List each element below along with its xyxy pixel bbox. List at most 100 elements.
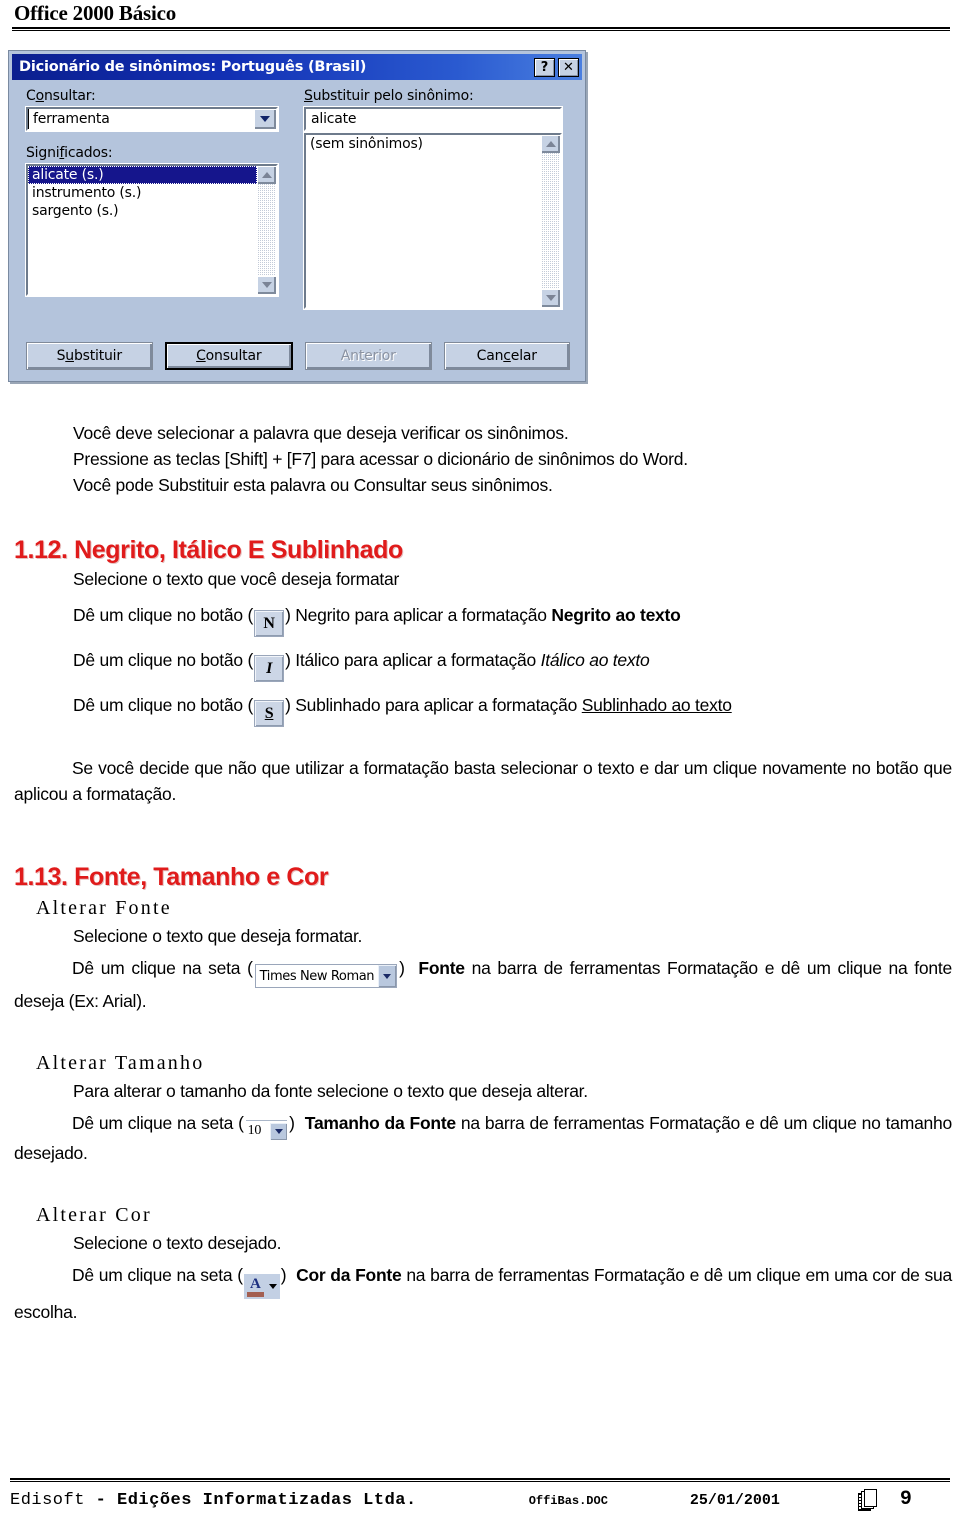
scroll-down-icon[interactable] [257, 276, 276, 294]
scroll-up-icon[interactable] [541, 135, 560, 153]
alterar-fonte-line-1: Selecione o texto que deseja formatar. [73, 926, 363, 946]
consultar-label: Consultar: [26, 88, 96, 104]
underline-button-icon[interactable]: S [254, 700, 285, 727]
consultar-combobox[interactable]: ferramenta [25, 106, 279, 132]
section-heading-113: 1.13. Fonte, Tamanho e Cor [14, 863, 329, 891]
dialog-body: Consultar: ferramenta Significados: alic… [12, 80, 582, 378]
intro-line-3: Você pode Substituir esta palavra ou Con… [73, 475, 553, 495]
tamanho-prefix: Dê um clique na seta ( [72, 1113, 244, 1133]
page-content: Dicionário de sinônimos: Português (Bras… [0, 40, 960, 1460]
sub-heading-alterar-cor: Alterar Cor [36, 1204, 152, 1226]
sinonimos-items: (sem sinônimos) [306, 135, 560, 153]
italic-line-emphasis: Itálico ao texto [540, 650, 650, 670]
scroll-up-icon[interactable] [257, 166, 276, 184]
chevron-down-icon[interactable] [270, 1122, 288, 1140]
italic-line-prefix: Dê um clique no botão ( [73, 650, 254, 670]
cor-bold-term: Cor da Fonte [296, 1265, 402, 1285]
close-icon[interactable]: ✕ [558, 57, 579, 77]
header-divider [12, 27, 950, 31]
dialog-title-buttons: ? ✕ [534, 57, 579, 77]
sinonimos-scrollbar[interactable] [541, 135, 560, 307]
bold-instruction-line: Dê um clique no botão (N) Negrito para a… [0, 602, 960, 637]
footer-company-prefix: Edisoft [10, 1491, 96, 1510]
underline-line-middle: ) Sublinhado para aplicar a formatação [285, 695, 582, 715]
substituir-button[interactable]: Su bstituir [26, 342, 153, 370]
sub-heading-alterar-tamanho: Alterar Tamanho [36, 1052, 205, 1074]
dialog-title-bar: Dicionário de sinônimos: Português (Bras… [12, 54, 582, 80]
sub-heading-alterar-fonte: Alterar Fonte [36, 897, 172, 919]
page-number: 9 [899, 1488, 912, 1511]
list-item[interactable]: sargento (s.) [28, 202, 276, 220]
italic-button-icon[interactable]: I [254, 655, 285, 682]
font-name-value: Times New Roman [259, 969, 375, 984]
document-body: Você deve selecionar a palavra que desej… [0, 420, 960, 1325]
footer-document-name: OffiBas.DOC [528, 1494, 608, 1508]
significados-listbox[interactable]: alicate (s.) instrumento (s.) sargento (… [25, 163, 279, 297]
intro-line-1: Você deve selecionar a palavra que desej… [73, 423, 569, 443]
consultar-button[interactable]: Consultar [164, 342, 293, 370]
chevron-down-icon[interactable] [266, 1274, 280, 1299]
section-112-intro: Selecione o texto que você deseja format… [73, 569, 400, 589]
dialog-left-column: Consultar: ferramenta Significados: alic… [25, 88, 279, 297]
significados-items: alicate (s.) instrumento (s.) sargento (… [28, 166, 276, 220]
consultar-value: ferramenta [28, 109, 254, 129]
bold-line-prefix: Dê um clique no botão ( [73, 605, 254, 625]
footer-divider [10, 1478, 950, 1482]
font-color-letter: A [249, 1276, 261, 1292]
font-size-stepper[interactable]: 10 [245, 1120, 288, 1140]
underline-line-prefix: Dê um clique no botão ( [73, 695, 254, 715]
dialog-right-column: Substituir pelo sinônimo: alicate (sem s… [303, 88, 563, 310]
italic-instruction-line: Dê um clique no botão (I) Itálico para a… [0, 647, 960, 682]
bold-line-middle: ) Negrito para aplicar a formatação [285, 605, 552, 625]
cor-close-paren: ) [280, 1265, 287, 1285]
list-item[interactable]: instrumento (s.) [28, 184, 276, 202]
alterar-fonte-instruction: Dê um clique na seta ( Times New Roman) F… [0, 955, 960, 1014]
font-color-button-icon[interactable]: A [243, 1274, 280, 1299]
anterior-button: Anterior [305, 342, 432, 370]
font-color-bar [246, 1292, 264, 1297]
tamanho-bold-term: Tamanho da Fonte [304, 1113, 456, 1133]
cor-prefix: Dê um clique na seta ( [72, 1265, 243, 1285]
list-item[interactable]: (sem sinônimos) [306, 135, 560, 153]
intro-line-2: Pressione as teclas [Shift] + [F7] para … [73, 449, 688, 469]
bold-button-icon[interactable]: N [254, 610, 285, 637]
italic-line-middle: ) Itálico para aplicar a formatação [285, 650, 541, 670]
header-title: Office 2000 Básico [14, 1, 177, 25]
bold-line-emphasis: Negrito ao texto [551, 605, 681, 625]
dialog-title: Dicionário de sinônimos: Português (Bras… [19, 59, 367, 75]
tamanho-close-paren: ) [289, 1113, 295, 1133]
fonte-bold-term: Fonte [418, 958, 465, 978]
font-color-swatch: A [243, 1274, 267, 1299]
fonte-prefix: Dê um clique na seta ( [72, 958, 253, 978]
alterar-tamanho-line-1: Para alterar o tamanho da fonte selecion… [73, 1081, 588, 1101]
section-heading-112: 1.12. Negrito, Itálico E Sublinhado [14, 536, 403, 564]
footer-row: Edisoft - Edições Informatizadas Ltda. O… [10, 1488, 950, 1512]
section-112-note: Se você decide que não que utilizar a fo… [14, 758, 952, 804]
font-name-combobox[interactable]: Times New Roman [254, 964, 398, 988]
fonte-close-paren: ) [399, 958, 405, 978]
footer-date: 25/01/2001 [689, 1492, 780, 1509]
dialog-button-row: Su bstituir Consultar Anterior Can c elar [26, 342, 570, 370]
cancelar-button[interactable]: Can c elar [443, 342, 570, 370]
footer-company-rest: - Edições Informatizadas Ltda. [95, 1491, 417, 1510]
alterar-tamanho-instruction: Dê um clique na seta (10) Tamanho da Fon… [0, 1110, 960, 1166]
pages-icon [857, 1488, 878, 1512]
chevron-down-icon[interactable] [378, 965, 397, 987]
underline-instruction-line: Dê um clique no botão (S) Sublinhado par… [0, 692, 960, 727]
chevron-down-icon[interactable] [254, 109, 276, 129]
thesaurus-dialog-screenshot: Dicionário de sinônimos: Português (Bras… [8, 50, 586, 382]
underline-line-emphasis: Sublinhado ao texto [581, 695, 732, 715]
substituir-input[interactable]: alicate [303, 106, 563, 132]
page-footer: Edisoft - Edições Informatizadas Ltda. O… [10, 1478, 950, 1518]
help-icon[interactable]: ? [534, 57, 555, 77]
font-size-value: 10 [247, 1123, 262, 1138]
significados-scrollbar[interactable] [257, 166, 276, 294]
list-item[interactable]: alicate (s.) [28, 166, 257, 184]
substituir-label: Substituir pelo sinônimo: [304, 88, 474, 104]
alterar-cor-line-1: Selecione o texto desejado. [73, 1233, 282, 1253]
footer-company: Edisoft - Edições Informatizadas Ltda. [10, 1491, 417, 1510]
scroll-down-icon[interactable] [541, 289, 560, 307]
significados-label: Significados: [26, 145, 113, 161]
page-header: Office 2000 Básico [0, 0, 960, 31]
sinonimos-listbox[interactable]: (sem sinônimos) [303, 132, 563, 310]
